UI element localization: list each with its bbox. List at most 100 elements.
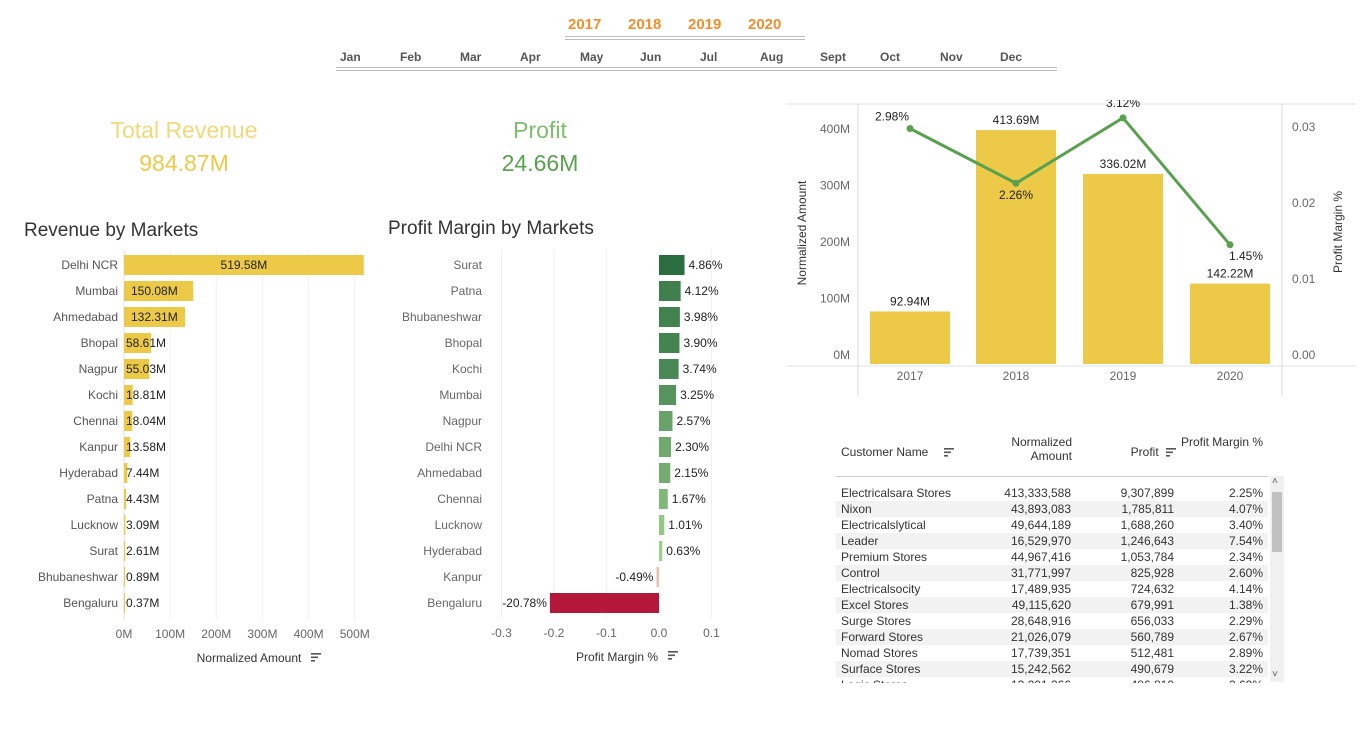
cell-profit-margin: 3.69% [1176,677,1263,683]
data-label: 0.37M [126,596,159,610]
chevron-down-icon[interactable]: ˅ [1272,669,1278,680]
table-row[interactable]: Electricalslytical 49,644,189 1,688,260 3.4… [836,517,1268,533]
sort-icon[interactable] [668,651,678,660]
bar [124,593,125,613]
data-label: 18.81M [126,388,166,402]
x-axis-title: Profit Margin % [576,650,658,664]
sort-icon[interactable] [943,448,954,457]
bar [659,281,681,301]
col-header-profit[interactable]: Profit [1096,445,1176,459]
month-filter-aug[interactable]: Aug [760,50,783,64]
cell-profit: 9,307,899 [1120,486,1174,500]
month-filter-apr[interactable]: Apr [520,50,541,64]
col-header-profit-margin[interactable]: Profit Margin % [1176,435,1263,449]
year-filter: 2017 2018 2019 2020 [560,14,805,40]
data-label: 18.04M [126,414,166,428]
bar [659,515,665,535]
data-label: 92.94M [890,294,930,308]
data-label: 2.30% [675,440,709,454]
series-line [909,115,1232,246]
cell-customer-name: Nixon [841,502,872,516]
customer-table-body: Electricalsara Stores 413,333,588 9,307,89… [836,476,1268,683]
table-row[interactable]: Excel Stores 49,115,620 679,991 1.38% [836,597,1268,613]
col-header-customer-name[interactable]: Customer Name [841,445,954,459]
table-row[interactable]: Forward Stores 21,026,079 560,789 2.67% [836,629,1268,645]
data-label: 142.22M [1207,267,1254,281]
category-label: Delhi NCR [425,440,482,454]
data-label: 3.74% [683,362,717,376]
category-label: Bhopal [81,336,118,350]
cell-normalized-amount: 17,739,351 [1010,646,1071,660]
data-label: 0.89M [126,570,159,584]
x-tick-label: 0M [116,627,133,641]
cell-normalized-amount: 13,201,366 [986,677,1071,683]
y-axis-title: Normalized Amount [795,180,809,285]
year-filter-2017[interactable]: 2017 [568,16,601,33]
cell-profit: 512,481 [1130,646,1174,660]
table-row[interactable]: Leader 16,529,970 1,246,643 7.54% [836,533,1268,549]
cell-normalized-amount: 413,333,588 [1004,486,1071,500]
table-scrollbar[interactable]: ˄ ˅ [1270,476,1284,682]
month-filter-feb[interactable]: Feb [400,50,421,64]
table-row[interactable]: Electricalsocity 17,489,935 724,632 4.14% [836,581,1268,597]
kpi-profit-value: 24.66M [501,150,579,176]
cell-normalized-amount: 28,648,916 [1010,614,1071,628]
scrollbar-thumb[interactable] [1272,492,1282,552]
bar [659,411,673,431]
bar [659,463,671,483]
data-label: 1.01% [668,518,702,532]
cell-profit-margin: 2.25% [1228,486,1263,500]
x-tick-label: 2019 [1110,369,1137,383]
category-label: Nagpur [443,414,482,428]
data-label: 3.98% [684,310,718,324]
table-row[interactable]: Nixon 43,893,083 1,785,811 4.07% [836,501,1268,517]
category-label: Bengaluru [63,596,118,610]
year-filter-2020[interactable]: 2020 [748,16,781,33]
bar [659,489,668,509]
data-label: 132.31M [131,310,178,324]
category-label: Bhubaneshwar [38,570,118,584]
table-row[interactable]: Logic Stores13,201,366 486,8103.69% [836,677,1268,683]
x-tick-label: -0.1 [596,626,617,640]
y-tick-label: 0M [833,348,850,362]
data-label: 4.86% [689,258,723,272]
table-row[interactable]: Electricalsara Stores 413,333,588 9,307,89… [836,485,1268,501]
chevron-up-icon[interactable]: ˄ [1272,476,1278,487]
year-filter-2019[interactable]: 2019 [688,16,721,33]
sort-icon-bar [311,660,315,662]
col-header-normalized-amount[interactable]: Normalized Amount [986,435,1072,463]
data-label: 2.15% [674,466,708,480]
data-label: 519.58M [221,258,268,272]
category-label: Ahmedabad [417,466,482,480]
bar [124,567,125,587]
cell-customer-name: Electricalslytical [841,518,926,532]
cell-profit-margin: 2.67% [1228,630,1263,644]
month-filter-mar[interactable]: Mar [460,50,481,64]
table-row[interactable]: Control 31,771,997 825,928 2.60% [836,565,1268,581]
month-filter-jul[interactable]: Jul [700,50,717,64]
sort-icon-bar [668,658,672,660]
month-filter-nov[interactable]: Nov [940,50,963,64]
x-tick-label: 2018 [1003,369,1030,383]
month-filter-jan[interactable]: Jan [340,50,361,64]
y-tick-label: 100M [820,291,850,305]
x-tick-label: 0.0 [651,626,668,640]
sort-icon[interactable] [311,653,321,662]
data-label: 3.09M [126,518,159,532]
sort-icon[interactable] [1166,448,1176,457]
table-row[interactable]: Nomad Stores 17,739,351 512,481 2.89% [836,645,1268,661]
month-filter-jun[interactable]: Jun [640,50,661,64]
cell-customer-name: Surge Stores [841,614,912,628]
table-row[interactable]: Premium Stores 44,967,416 1,053,784 2.34% [836,549,1268,565]
month-filter-oct[interactable]: Oct [880,50,900,64]
year-filter-2018[interactable]: 2018 [628,16,661,33]
table-row[interactable]: Surface Stores 15,242,562 490,679 3.22% [836,661,1268,677]
cell-profit: 490,679 [1130,662,1174,676]
month-filter-may[interactable]: May [580,50,603,64]
x-tick-label: 2017 [897,369,924,383]
data-label: 336.02M [1100,157,1147,171]
cell-normalized-amount: 21,026,079 [1010,630,1071,644]
month-filter-dec[interactable]: Dec [1000,50,1022,64]
table-row[interactable]: Surge Stores 28,648,916 656,033 2.29% [836,613,1268,629]
month-filter-sept[interactable]: Sept [820,50,846,64]
